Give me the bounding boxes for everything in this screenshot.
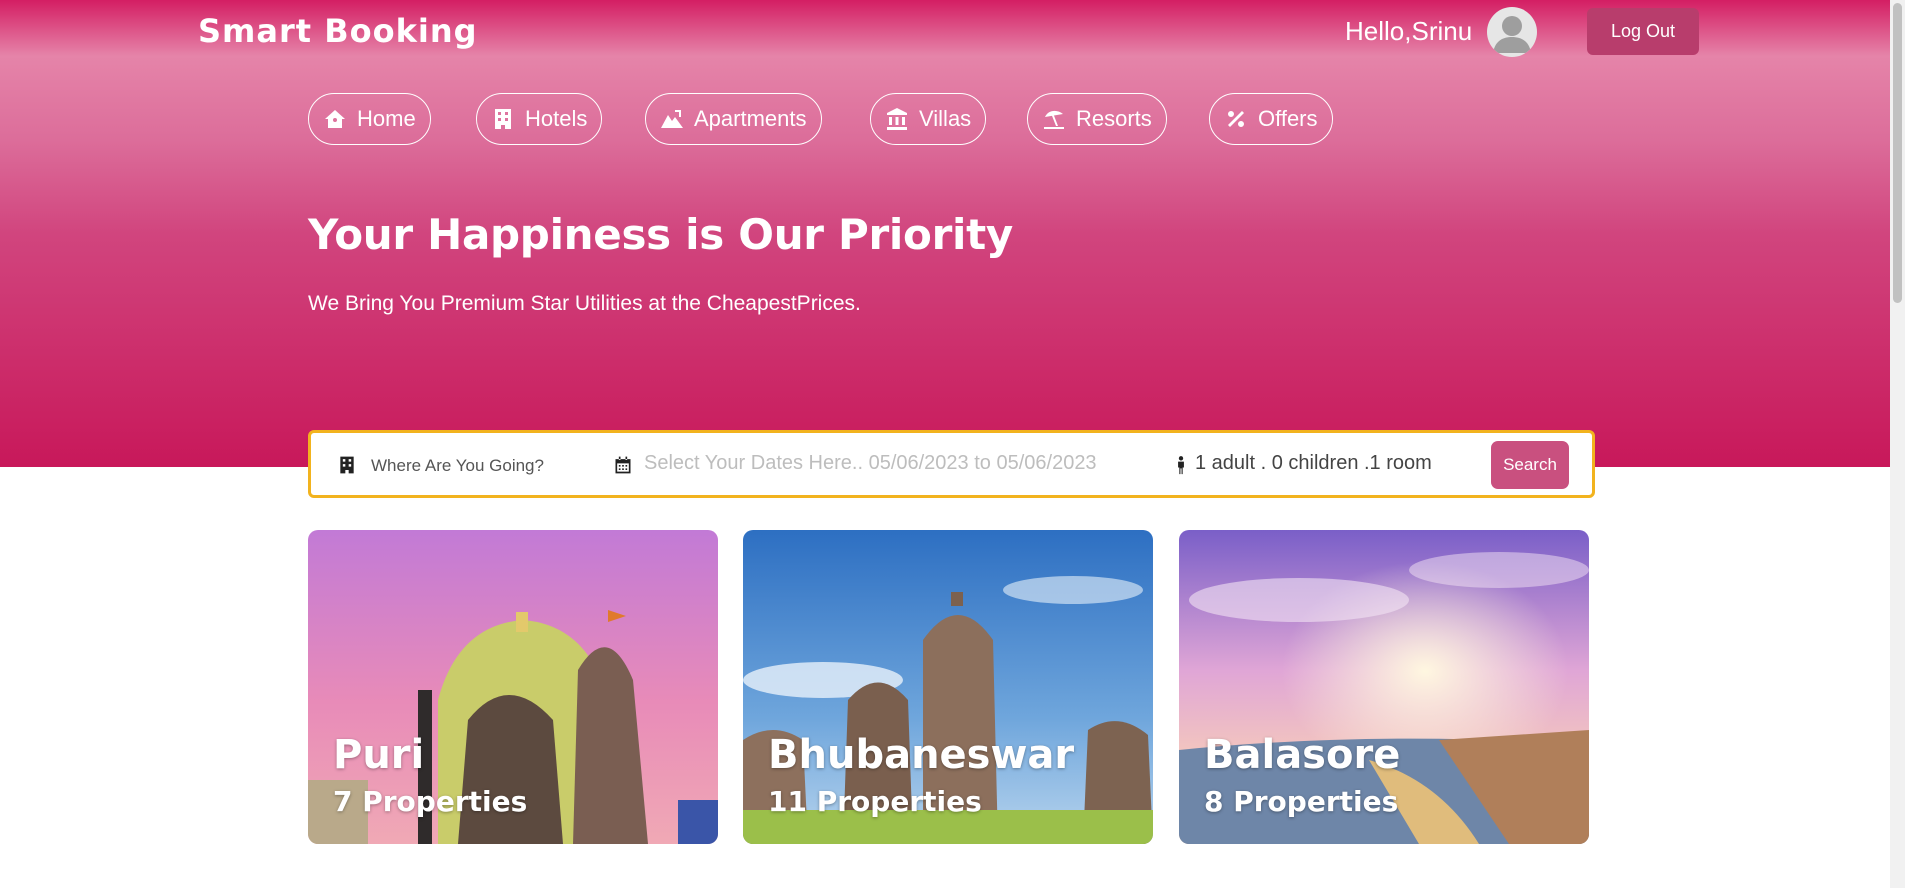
card-title: Balasore	[1204, 732, 1401, 778]
nav-offers[interactable]: Offers	[1209, 93, 1333, 145]
hero-title: Your Happiness is Our Priority	[308, 210, 1013, 259]
nav-resorts[interactable]: Resorts	[1027, 93, 1167, 145]
card-properties: 11 Properties	[768, 785, 982, 818]
umbrella-beach-icon	[1044, 110, 1064, 129]
logout-button[interactable]: Log Out	[1587, 8, 1699, 55]
guests-selector[interactable]: 1 adult . 0 children .1 room	[1195, 452, 1432, 475]
app-logo[interactable]: Smart Booking	[198, 12, 478, 50]
destination-card-puri[interactable]: Puri 7 Properties	[308, 530, 718, 844]
person-icon	[1178, 456, 1184, 475]
house-icon	[325, 110, 345, 128]
nav-home[interactable]: Home	[308, 93, 431, 145]
card-properties: 7 Properties	[333, 785, 528, 818]
landmark-icon	[887, 108, 907, 130]
search-button[interactable]: Search	[1491, 441, 1569, 489]
page-scrollbar[interactable]	[1890, 0, 1905, 888]
avatar[interactable]	[1487, 7, 1537, 57]
building-icon	[340, 456, 354, 474]
scrollbar-thumb[interactable]	[1893, 3, 1902, 303]
calendar-icon	[615, 456, 631, 474]
card-title: Puri	[333, 732, 425, 778]
nav-offers-label: Offers	[1258, 106, 1318, 131]
destination-card-balasore[interactable]: Balasore 8 Properties	[1179, 530, 1589, 844]
nav-villas[interactable]: Villas	[870, 93, 987, 145]
mountain-city-icon	[661, 110, 683, 128]
user-greeting: Hello,Srinu	[1345, 16, 1473, 46]
user-avatar-icon	[1493, 16, 1531, 53]
hero-banner: Smart Booking Hello,Srinu Log Out Home H…	[0, 0, 1905, 467]
nav-hotels[interactable]: Hotels	[476, 93, 603, 145]
destination-input[interactable]	[369, 447, 593, 485]
nav-home-label: Home	[357, 106, 416, 131]
search-bar: Select Your Dates Here.. 05/06/2023 to 0…	[308, 430, 1595, 498]
percent-icon	[1228, 111, 1244, 127]
date-range-picker[interactable]: Select Your Dates Here.. 05/06/2023 to 0…	[644, 452, 1097, 475]
nav-apartments[interactable]: Apartments	[645, 93, 822, 145]
nav-apartments-label: Apartments	[694, 106, 807, 131]
nav-resorts-label: Resorts	[1076, 106, 1152, 131]
card-properties: 8 Properties	[1204, 785, 1399, 818]
card-title: Bhubaneswar	[768, 732, 1075, 778]
nav-hotels-label: Hotels	[525, 106, 588, 131]
hero-subtitle: We Bring You Premium Star Utilities at t…	[308, 292, 861, 315]
nav-villas-label: Villas	[919, 106, 972, 131]
destination-card-bhubaneswar[interactable]: Bhubaneswar 11 Properties	[743, 530, 1153, 844]
building-icon	[495, 109, 511, 129]
